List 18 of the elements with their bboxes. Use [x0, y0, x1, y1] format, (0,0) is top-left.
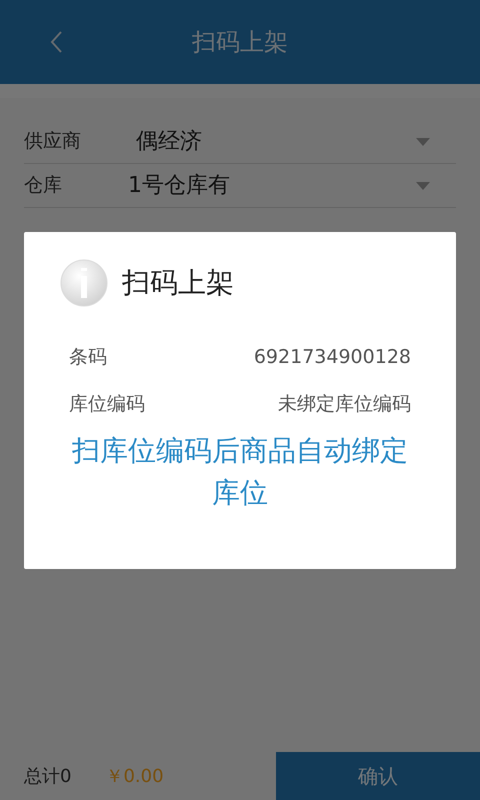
total-amount: ￥0.00	[105, 764, 164, 788]
back-icon	[49, 30, 63, 54]
field-label: 供应商	[24, 129, 82, 154]
info-label: 库位编码	[69, 392, 145, 416]
info-icon	[60, 259, 108, 307]
dropdown-arrow-icon	[416, 138, 430, 146]
dropdown[interactable]: 1号仓库有	[128, 166, 456, 206]
field-label: 仓库	[24, 173, 63, 198]
dropdown-arrow-icon	[416, 182, 430, 190]
dialog-message: 扫库位编码后商品自动绑定库位	[71, 433, 409, 511]
info-label: 条码	[69, 345, 107, 370]
confirm-button[interactable]: 确认	[276, 752, 480, 800]
page-title: 扫码上架	[192, 27, 288, 58]
info-value: 未绑定库位编码	[278, 392, 411, 416]
dropdown[interactable]: 偶经济	[128, 122, 456, 162]
dialog-title: 扫码上架	[122, 265, 234, 301]
total-count: 总计0	[24, 764, 72, 788]
info-value: 6921734900128	[254, 345, 411, 370]
